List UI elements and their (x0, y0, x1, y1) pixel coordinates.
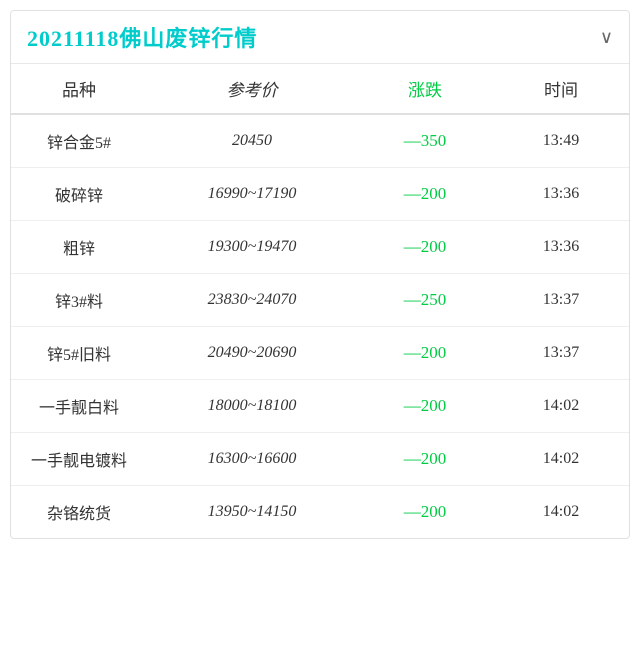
market-table: 品种 参考价 涨跌 时间 锌合金5#20450—35013:49破碎锌16990… (11, 64, 629, 538)
table-row: 破碎锌16990~17190—20013:36 (11, 168, 629, 221)
cell-change: —200 (357, 486, 493, 539)
col-header-name: 品种 (11, 64, 147, 114)
cell-product-name: 锌5#旧料 (11, 327, 147, 380)
cell-time: 13:37 (493, 274, 629, 327)
table-header: 品种 参考价 涨跌 时间 (11, 64, 629, 114)
col-header-time: 时间 (493, 64, 629, 114)
cell-product-name: 杂铬统货 (11, 486, 147, 539)
table-row: 一手靓电镀料16300~16600—20014:02 (11, 433, 629, 486)
cell-change: —200 (357, 380, 493, 433)
table-body: 锌合金5#20450—35013:49破碎锌16990~17190—20013:… (11, 114, 629, 538)
cell-change: —250 (357, 274, 493, 327)
cell-product-name: 一手靓电镀料 (11, 433, 147, 486)
cell-product-name: 一手靓白料 (11, 380, 147, 433)
col-header-change: 涨跌 (357, 64, 493, 114)
header-row: 品种 参考价 涨跌 时间 (11, 64, 629, 114)
table-row: 锌合金5#20450—35013:49 (11, 114, 629, 168)
cell-price: 13950~14150 (147, 486, 357, 539)
table-row: 锌3#料23830~24070—25013:37 (11, 274, 629, 327)
cell-product-name: 破碎锌 (11, 168, 147, 221)
cell-change: —200 (357, 221, 493, 274)
cell-change: —200 (357, 327, 493, 380)
cell-price: 16990~17190 (147, 168, 357, 221)
cell-time: 14:02 (493, 433, 629, 486)
cell-change: —200 (357, 168, 493, 221)
cell-price: 20450 (147, 114, 357, 168)
col-header-price: 参考价 (147, 64, 357, 114)
cell-change: —350 (357, 114, 493, 168)
table-row: 一手靓白料18000~18100—20014:02 (11, 380, 629, 433)
cell-product-name: 锌3#料 (11, 274, 147, 327)
cell-price: 23830~24070 (147, 274, 357, 327)
table-row: 杂铬统货13950~14150—20014:02 (11, 486, 629, 539)
chevron-down-icon[interactable]: ∨ (600, 27, 613, 48)
market-card: 20211118佛山废锌行情 ∨ 品种 参考价 涨跌 时间 锌合金5#20450… (10, 10, 630, 539)
cell-time: 14:02 (493, 486, 629, 539)
cell-price: 19300~19470 (147, 221, 357, 274)
table-row: 粗锌19300~19470—20013:36 (11, 221, 629, 274)
table-row: 锌5#旧料20490~20690—20013:37 (11, 327, 629, 380)
cell-product-name: 粗锌 (11, 221, 147, 274)
cell-time: 13:49 (493, 114, 629, 168)
cell-change: —200 (357, 433, 493, 486)
card-header: 20211118佛山废锌行情 ∨ (11, 11, 629, 64)
cell-price: 16300~16600 (147, 433, 357, 486)
cell-price: 20490~20690 (147, 327, 357, 380)
cell-product-name: 锌合金5# (11, 114, 147, 168)
cell-time: 13:36 (493, 221, 629, 274)
card-title: 20211118佛山废锌行情 (27, 21, 257, 53)
cell-time: 13:36 (493, 168, 629, 221)
cell-time: 13:37 (493, 327, 629, 380)
cell-time: 14:02 (493, 380, 629, 433)
cell-price: 18000~18100 (147, 380, 357, 433)
